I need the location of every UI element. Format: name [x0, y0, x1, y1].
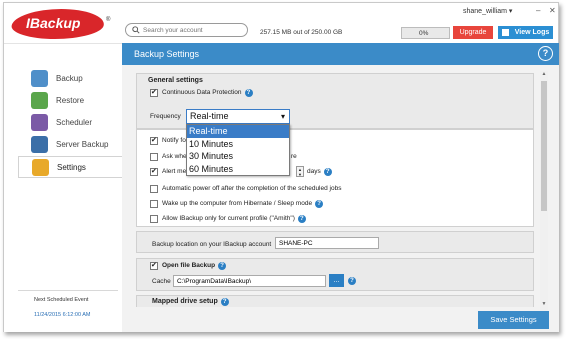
power-off-label: Automatic power off after the completion… — [162, 185, 342, 192]
cache-label: Cache — [152, 278, 171, 285]
storage-percent: 0% — [419, 30, 429, 37]
user-menu[interactable]: shane_william ▾ — [463, 7, 512, 15]
view-logs-button[interactable]: View Logs — [498, 26, 553, 39]
browse-button[interactable]: ... — [329, 274, 344, 287]
general-settings-title: General settings — [148, 77, 203, 84]
help-icon[interactable]: ? — [348, 277, 356, 285]
logo-text: IBackup — [26, 15, 81, 31]
ask-checkbox[interactable] — [150, 153, 158, 161]
frequency-select[interactable]: Real-time ▾ — [186, 109, 290, 124]
title-bar: IBackup ® shane_william ▾ – ✕ 257.15 MB … — [4, 3, 558, 43]
cdp-checkbox[interactable] — [150, 88, 158, 97]
allow-profile-label: Allow IBackup only for current profile (… — [162, 215, 295, 222]
app-logo: IBackup ® — [8, 9, 110, 39]
help-icon[interactable]: ? — [315, 200, 324, 208]
scroll-down-icon[interactable]: ▼ — [540, 301, 548, 309]
next-scheduled-label: Next Scheduled Event — [34, 297, 89, 303]
upgrade-button[interactable]: Upgrade — [453, 26, 493, 39]
search-box[interactable] — [125, 23, 248, 37]
mapped-drive-title: Mapped drive setup? — [152, 298, 229, 306]
scroll-up-icon[interactable]: ▲ — [540, 71, 548, 79]
allow-profile-checkbox[interactable] — [150, 215, 158, 223]
ask-label-tail: re — [291, 153, 297, 160]
help-icon[interactable]: ? — [297, 215, 306, 223]
sidebar-item-scheduler[interactable]: Scheduler — [18, 112, 122, 134]
next-scheduled-value[interactable]: 11/24/2015 6:12:00 AM — [34, 312, 90, 318]
days-stepper[interactable]: ▲ ▼ — [296, 166, 304, 177]
save-settings-button[interactable]: Save Settings — [478, 311, 549, 329]
calendar-icon — [31, 114, 48, 131]
app-window: IBackup ® shane_william ▾ – ✕ 257.15 MB … — [3, 2, 559, 332]
sidebar-item-label: Server Backup — [56, 140, 109, 149]
help-icon[interactable]: ? — [218, 262, 227, 270]
page-title: Backup Settings — [134, 49, 200, 59]
wake-checkbox[interactable] — [150, 200, 158, 208]
alert-label: Alert me — [162, 168, 187, 175]
help-icon[interactable]: ? — [244, 89, 253, 97]
view-logs-label: View Logs — [514, 29, 550, 36]
cache-path-field[interactable] — [173, 275, 326, 287]
sidebar-item-settings[interactable]: Settings — [18, 156, 122, 178]
sidebar-item-restore[interactable]: Restore — [18, 90, 122, 112]
storage-usage: 257.15 MB out of 250.00 GB — [260, 29, 343, 36]
frequency-option[interactable]: 60 Minutes — [187, 163, 289, 176]
frequency-label: Frequency — [150, 113, 181, 120]
frequency-option[interactable]: Real-time — [187, 125, 289, 138]
sidebar-item-label: Settings — [57, 163, 86, 172]
sidebar-item-backup[interactable]: Backup — [18, 68, 122, 90]
scrollbar-thumb[interactable] — [541, 81, 547, 211]
chevron-down-icon: ▾ — [280, 112, 285, 121]
days-label: days? — [307, 168, 332, 176]
cdp-label: Continuous Data Protection — [162, 89, 242, 96]
search-icon — [132, 26, 140, 34]
frequency-dropdown: Real-time 10 Minutes 30 Minutes 60 Minut… — [186, 124, 290, 176]
mapped-drive-text: Mapped drive setup — [152, 298, 218, 305]
notify-checkbox[interactable] — [150, 136, 158, 145]
help-icon[interactable]: ? — [323, 168, 332, 176]
gear-icon — [32, 159, 49, 176]
cloud-upload-icon — [31, 70, 48, 87]
sidebar: Backup Restore Scheduler Server Backup S… — [4, 43, 122, 332]
sidebar-item-server-backup[interactable]: Server Backup — [18, 134, 122, 156]
notify-label: Notify fo — [162, 137, 186, 144]
help-icon[interactable]: ? — [538, 46, 553, 61]
power-off-checkbox[interactable] — [150, 185, 158, 193]
open-file-backup-label: Open file Backup — [162, 262, 216, 269]
server-icon — [31, 136, 48, 153]
content-header: Backup Settings ? — [122, 43, 559, 65]
cloud-download-icon — [31, 92, 48, 109]
minimize-icon[interactable]: – — [536, 6, 540, 15]
sidebar-item-label: Restore — [56, 96, 85, 105]
backup-location-label: Backup location on your IBackup account — [152, 241, 272, 248]
sidebar-item-label: Backup — [56, 74, 83, 83]
ask-label: Ask whe — [162, 153, 187, 160]
storage-progress-bar: 0% — [401, 27, 450, 39]
logs-icon — [502, 29, 509, 36]
close-icon[interactable]: ✕ — [549, 6, 556, 15]
content-scrollbar[interactable]: ▲ ▼ — [540, 71, 548, 311]
frequency-option[interactable]: 10 Minutes — [187, 138, 289, 151]
wake-label: Wake up the computer from Hibernate / Sl… — [162, 200, 313, 207]
search-input[interactable] — [143, 25, 243, 35]
alert-checkbox[interactable] — [150, 167, 158, 176]
sidebar-divider — [18, 290, 118, 291]
frequency-option[interactable]: 30 Minutes — [187, 150, 289, 163]
days-text: days — [307, 168, 321, 175]
logo-registered-mark: ® — [106, 17, 111, 23]
backup-location-field[interactable] — [275, 237, 379, 249]
frequency-selected-value: Real-time — [190, 111, 229, 121]
open-file-backup-checkbox[interactable] — [150, 261, 158, 270]
sidebar-item-label: Scheduler — [56, 118, 93, 127]
help-icon[interactable]: ? — [220, 298, 229, 306]
